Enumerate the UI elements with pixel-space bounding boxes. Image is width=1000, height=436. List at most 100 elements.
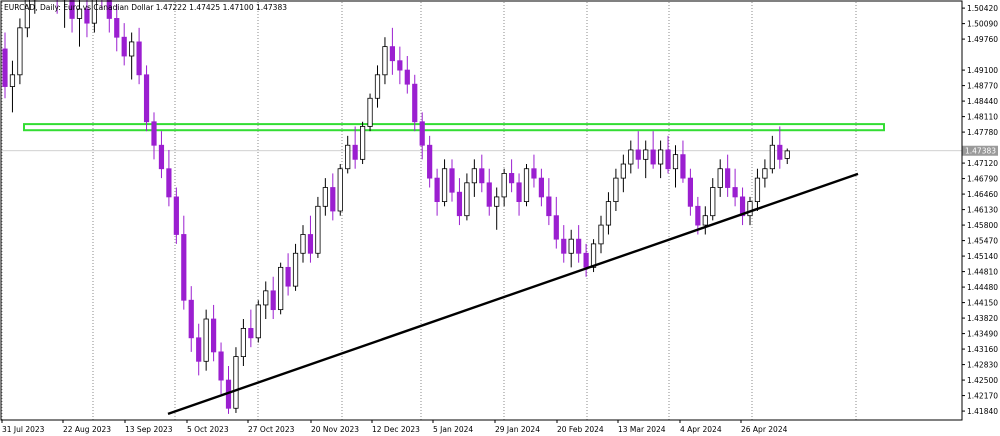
y-tick-label: 1.50090 xyxy=(967,20,998,29)
candle-body xyxy=(300,234,306,254)
candle-body xyxy=(114,18,120,38)
y-tick-label: 1.49100 xyxy=(967,66,998,75)
x-tick-label: 20 Feb 2024 xyxy=(557,425,604,434)
candle xyxy=(523,164,530,207)
candle-body xyxy=(322,187,328,207)
candle-body xyxy=(255,304,261,339)
x-tick-label: 12 Dec 2023 xyxy=(372,425,420,434)
y-tick-label: 1.45800 xyxy=(967,221,998,230)
candle-body xyxy=(568,238,574,254)
candle-body xyxy=(188,299,194,339)
candle-body xyxy=(285,266,291,287)
candle xyxy=(359,121,366,165)
candle-body xyxy=(337,168,343,212)
y-tick-label: 1.50420 xyxy=(967,4,998,13)
candle-body xyxy=(494,196,500,207)
candle-body xyxy=(658,149,664,165)
candle-body xyxy=(307,234,314,254)
candle-body xyxy=(441,168,448,203)
candle-body xyxy=(166,168,172,198)
candle-body xyxy=(330,187,336,212)
y-tick-label: 1.48440 xyxy=(967,97,998,106)
candle-body xyxy=(419,121,425,146)
candle-body xyxy=(210,318,217,353)
candle-body xyxy=(345,144,351,170)
candle-body xyxy=(553,215,559,240)
candle-body xyxy=(508,173,515,184)
candle-body xyxy=(278,266,284,311)
candle-body xyxy=(717,168,723,188)
y-tick-label: 1.45470 xyxy=(967,237,998,246)
y-tick-label: 1.41840 xyxy=(967,407,998,416)
candle-body xyxy=(367,97,373,127)
candle-body xyxy=(9,74,16,87)
candle-body xyxy=(196,337,202,362)
x-tick-label: 13 Sep 2023 xyxy=(125,425,173,434)
candle-body xyxy=(531,168,537,179)
y-tick-label: 1.42830 xyxy=(967,361,998,370)
candle-body xyxy=(143,74,150,123)
candle-body xyxy=(605,201,612,226)
candle-body xyxy=(576,238,582,254)
x-tick-label: 29 Jan 2024 xyxy=(495,425,540,434)
candle-body xyxy=(434,177,440,203)
candle xyxy=(367,93,373,132)
candle-body xyxy=(486,182,492,207)
candle-body xyxy=(404,69,410,85)
y-tick-label: 1.44480 xyxy=(967,283,998,292)
candle-body xyxy=(248,328,254,339)
candle-body xyxy=(583,252,589,268)
candle-body xyxy=(315,205,321,254)
y-tick-label: 1.44810 xyxy=(967,268,998,277)
candle-body xyxy=(680,154,686,179)
price-chart[interactable]: 1.47383 1.50420 1.50090 1.49760 1.49100 1.48… xyxy=(0,0,1000,436)
candle-body xyxy=(121,36,127,57)
y-tick-label: 1.45140 xyxy=(967,252,998,261)
candle-body xyxy=(359,126,366,160)
candle-body xyxy=(628,149,634,165)
y-tick-label: 1.44150 xyxy=(967,299,998,308)
x-tick-label: 5 Jan 2024 xyxy=(433,425,473,434)
candle-body xyxy=(151,121,157,146)
candle-body xyxy=(643,149,649,160)
candle-body xyxy=(479,168,485,184)
candle-body xyxy=(240,328,246,357)
candle-body xyxy=(523,168,530,203)
candle-body xyxy=(464,182,470,217)
candle-body xyxy=(374,74,381,99)
candle-body xyxy=(218,351,224,381)
candle-body xyxy=(665,149,671,170)
candle-body xyxy=(263,290,269,306)
candle xyxy=(233,347,239,413)
y-tick-label: 1.42170 xyxy=(967,392,998,401)
candle-body xyxy=(672,154,679,170)
candle-body xyxy=(784,150,790,159)
y-tick-label: 1.46130 xyxy=(967,206,998,215)
current-price-label: 1.47383 xyxy=(965,147,996,156)
candle-body xyxy=(598,224,604,245)
candle-body xyxy=(158,144,165,170)
candle-body xyxy=(754,177,761,203)
candle-body xyxy=(397,60,403,71)
candle-body xyxy=(777,144,783,160)
candle-body xyxy=(725,168,731,188)
candle-body xyxy=(17,27,23,76)
candle-body xyxy=(635,149,641,160)
candle-body xyxy=(702,215,708,226)
candle-body xyxy=(352,144,358,160)
candle-body xyxy=(203,318,209,362)
candle-body xyxy=(687,177,694,207)
candle-body xyxy=(762,168,768,179)
candle xyxy=(315,196,321,258)
candle xyxy=(337,164,343,216)
candle-body xyxy=(389,46,396,62)
candle-body xyxy=(382,46,388,76)
candle-body xyxy=(590,243,597,268)
candle-body xyxy=(747,201,753,217)
candle-body xyxy=(456,191,463,217)
candle xyxy=(203,309,209,371)
candle-body xyxy=(650,149,656,165)
y-tick-label: 1.43490 xyxy=(967,330,998,339)
x-tick-label: 26 Apr 2024 xyxy=(741,425,788,434)
x-tick-label: 4 Apr 2024 xyxy=(680,425,722,434)
